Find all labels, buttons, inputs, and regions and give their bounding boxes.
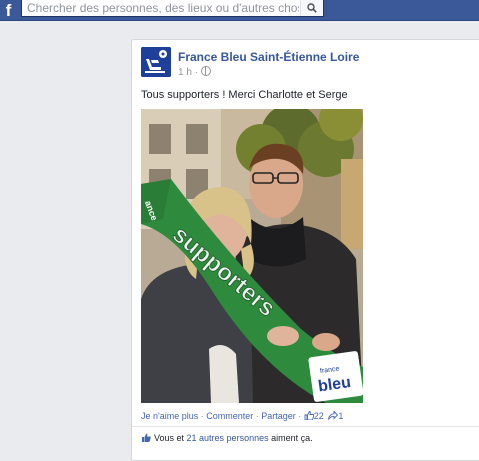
post-photo[interactable]: ance supporters france bleu: [141, 109, 363, 403]
comment-link[interactable]: Commenter: [206, 411, 253, 421]
like-count-link[interactable]: 22: [304, 411, 327, 421]
thumbs-up-icon: [304, 411, 314, 421]
search-icon: [307, 3, 317, 13]
top-bar: f: [0, 0, 479, 21]
search-input[interactable]: [27, 0, 299, 16]
share-arrow-icon: [328, 410, 339, 420]
divider: [132, 426, 479, 427]
post-text: Tous supporters ! Merci Charlotte et Ser…: [141, 89, 348, 101]
unlike-link[interactable]: Je n'aime plus: [141, 411, 198, 421]
post-meta: 1 h ·: [178, 66, 212, 78]
france-bleu-logo-icon: [141, 47, 171, 77]
search-button[interactable]: [300, 0, 323, 16]
page-name-link[interactable]: France Bleu Saint-Étienne Loire: [178, 50, 359, 64]
thumbs-up-icon: [142, 433, 151, 442]
globe-icon: [201, 66, 212, 76]
share-count: 1: [338, 411, 344, 421]
facebook-logo[interactable]: f: [0, 0, 17, 20]
post-actions: Je n'aime plus · Commenter · Partager · …: [141, 410, 344, 421]
likes-prefix: Vous et: [154, 433, 187, 443]
others-link[interactable]: 21 autres personnes: [187, 433, 269, 443]
likes-suffix: aiment ça.: [268, 433, 313, 443]
page-avatar[interactable]: [141, 47, 171, 77]
left-column: [0, 21, 130, 444]
share-count-link[interactable]: 1: [326, 410, 344, 421]
photo-image: ance supporters france bleu: [141, 109, 363, 403]
like-count: 22: [313, 411, 324, 421]
separator: ·: [295, 411, 304, 421]
post-time[interactable]: 1 h ·: [178, 67, 198, 78]
post-card: France Bleu Saint-Étienne Loire 1 h · To…: [131, 39, 479, 461]
share-link[interactable]: Partager: [261, 411, 296, 421]
search-box[interactable]: [21, 0, 324, 17]
likes-summary: Vous et 21 autres personnes aiment ça.: [141, 433, 313, 443]
